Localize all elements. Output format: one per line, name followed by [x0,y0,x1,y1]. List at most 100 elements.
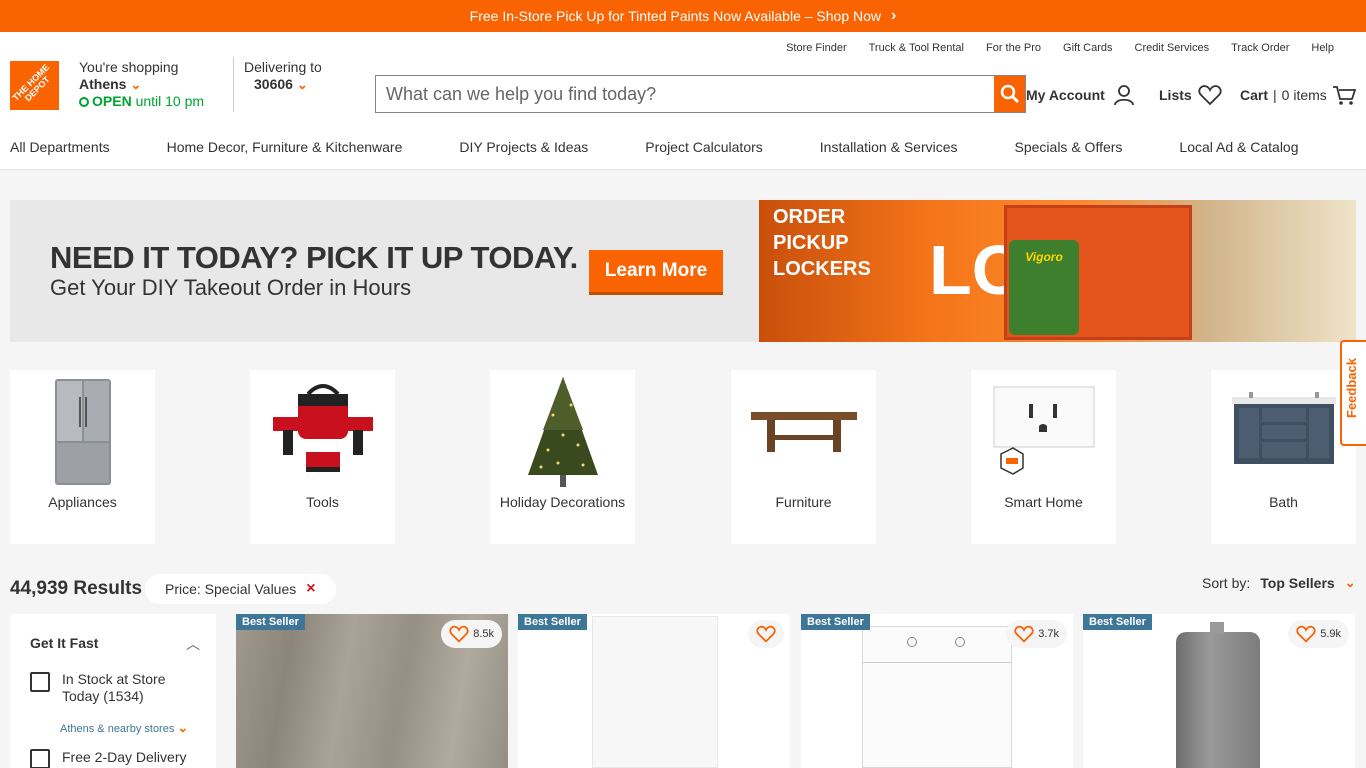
util-for-the-pro[interactable]: For the Pro [986,42,1041,54]
favorite-button[interactable]: 8.5k [441,620,502,648]
promo-banner[interactable]: Free In-Store Pick Up for Tinted Paints … [0,0,1366,32]
filter-title[interactable]: Get It Fast [30,635,98,651]
pickup-lockers-photo: ORDER PICKUP LOCKERS LO Vigoro [759,200,1356,342]
category-holiday-decorations[interactable]: Holiday Decorations [490,370,635,544]
search-icon [1000,84,1019,104]
table-icon [741,370,866,494]
sort-control[interactable]: Sort by: Top Sellers ⌄ [1202,575,1356,591]
sort-value[interactable]: Top Sellers [1260,575,1334,591]
category-tools[interactable]: Tools [250,370,395,544]
in-stock-label[interactable]: In Stock at Store Today (1534) [62,671,192,705]
user-icon [1113,85,1134,106]
best-seller-badge: Best Seller [1083,614,1152,630]
favorite-count: 5.9k [1320,628,1341,640]
active-filter-pill[interactable]: Price: Special Values × [145,574,336,604]
favorite-button[interactable] [748,620,784,648]
product-card[interactable]: Best Seller 3.7k [801,614,1073,768]
favorite-button[interactable]: 5.9k [1288,620,1349,648]
heart-icon [756,625,776,643]
cart-button[interactable]: Cart | 0 items [1240,84,1356,106]
util-help[interactable]: Help [1311,42,1334,54]
feedback-tab[interactable]: Feedback [1340,340,1366,446]
chevron-down-icon[interactable]: ⌄ [297,77,308,92]
lists-button[interactable]: Lists [1159,84,1222,106]
util-truck-tool-rental[interactable]: Truck & Tool Rental [869,42,964,54]
store-hours: until 10 pm [135,93,205,109]
nav-local-ad[interactable]: Local Ad & Catalog [1179,139,1298,155]
best-seller-badge: Best Seller [236,614,305,630]
hero-headline: NEED IT TODAY? PICK IT UP TODAY. [50,240,578,275]
store-city[interactable]: Athens [79,76,126,92]
heart-icon [1296,625,1316,643]
cart-icon [1332,86,1356,105]
product-card[interactable]: Best Seller [518,614,790,768]
water-heater-image [1176,622,1260,768]
best-seller-badge: Best Seller [518,614,587,630]
nav-all-departments[interactable]: All Departments [10,139,110,155]
heart-icon [1198,85,1222,106]
two-day-label[interactable]: Free 2-Day Delivery [62,749,186,766]
category-smart-home[interactable]: Smart Home [971,370,1116,544]
my-account-button[interactable]: My Account [1026,84,1135,106]
delivery-zip[interactable]: 30606 [244,76,293,92]
lists-label: Lists [1159,87,1192,103]
checkbox-two-day[interactable] [30,749,50,768]
nearby-stores-label: Athens & nearby stores [60,723,175,735]
logo-text: THE HOME DEPOT [10,61,52,103]
chevron-down-icon[interactable]: ⌄ [130,77,141,92]
category-furniture[interactable]: Furniture [731,370,876,544]
feedback-label: Feedback [1344,358,1359,418]
chevron-up-icon[interactable]: ︿ [186,634,200,654]
learn-more-button[interactable]: Learn More [589,250,723,292]
heart-icon [1014,625,1034,643]
smart-outlet-icon [981,370,1106,494]
locker-sign: ORDER PICKUP LOCKERS [773,206,871,280]
util-track-order[interactable]: Track Order [1231,42,1289,54]
search-input[interactable] [376,76,994,112]
checkbox-in-stock[interactable] [30,672,50,692]
category-bath[interactable]: Bath [1211,370,1356,544]
open-status-icon [79,97,89,107]
cart-count: 0 items [1281,87,1327,103]
refrigerator-icon [20,370,145,494]
close-icon[interactable]: × [306,580,315,598]
category-label: Tools [306,494,339,510]
favorite-button[interactable]: 3.7k [1006,620,1067,648]
cart-label: Cart [1240,87,1269,103]
cart-sep: | [1273,87,1277,103]
nav-project-calculators[interactable]: Project Calculators [645,139,763,155]
best-seller-badge: Best Seller [801,614,870,630]
hero-banner[interactable]: NEED IT TODAY? PICK IT UP TODAY. Get You… [10,200,1356,342]
product-card[interactable]: Best Seller 8.5k [236,614,508,768]
results-count: 44,939 Results [10,578,143,599]
nav-diy-projects[interactable]: DIY Projects & Ideas [459,139,588,155]
filter-panel: Get It Fast ︿ In Stock at Store Today (1… [10,614,216,768]
category-tiles: Appliances Tools Holiday Decorations Fur… [10,370,1356,544]
nav-home-decor[interactable]: Home Decor, Furniture & Kitchenware [167,139,403,155]
util-credit-services[interactable]: Credit Services [1135,42,1210,54]
promo-text[interactable]: Free In-Store Pick Up for Tinted Paints … [470,8,881,24]
nearby-stores-link[interactable]: Athens & nearby stores ⌄ [60,720,188,736]
delivery-zip-selector[interactable]: Delivering to 30606 ⌄ [244,59,322,93]
chevron-down-icon[interactable]: ⌄ [1345,575,1356,591]
filter-pill-label: Price: Special Values [165,581,297,597]
utility-links: Store Finder Truck & Tool Rental For the… [786,42,1334,54]
util-store-finder[interactable]: Store Finder [786,42,847,54]
category-appliances[interactable]: Appliances [10,370,155,544]
site-header: THE HOME DEPOT You're shopping Athens ⌄ … [0,32,1366,170]
nav-specials-offers[interactable]: Specials & Offers [1015,139,1123,155]
bag-label: Vigoro [1025,250,1063,264]
search-button[interactable] [994,76,1025,112]
chevron-down-icon: ⌄ [177,720,189,735]
product-card[interactable]: Best Seller 5.9k [1083,614,1355,768]
home-depot-logo[interactable]: THE HOME DEPOT [10,61,59,110]
nav-installation-services[interactable]: Installation & Services [820,139,958,155]
category-label: Bath [1269,494,1298,510]
chevron-right-icon: › [891,7,897,24]
sort-label: Sort by: [1202,575,1251,591]
vigoro-bag: Vigoro [1009,240,1079,335]
vanity-icon [1221,370,1346,494]
util-gift-cards[interactable]: Gift Cards [1063,42,1113,54]
store-selector[interactable]: You're shopping Athens ⌄ OPEN until 10 p… [79,59,204,110]
hero-subhead: Get Your DIY Takeout Order in Hours [50,275,412,300]
